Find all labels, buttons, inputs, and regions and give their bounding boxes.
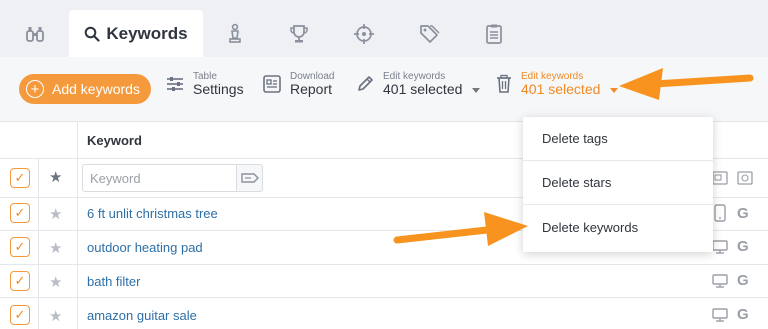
column-header-keyword[interactable]: Keyword (87, 133, 142, 148)
star-icon[interactable]: ★ (49, 205, 62, 223)
tab-binoculars[interactable] (12, 10, 58, 57)
grid-divider (0, 264, 768, 265)
tab-bar: Keywords (0, 0, 768, 57)
check-icon: ✓ (14, 307, 26, 322)
report-icon (263, 75, 281, 93)
tab-rankings[interactable] (279, 10, 319, 57)
device-filter-icon[interactable] (712, 171, 728, 185)
table-row-icons: G (712, 306, 749, 323)
row-checkbox[interactable]: ✓ (10, 237, 30, 257)
keyword-link[interactable]: bath filter (87, 274, 140, 289)
annotation-arrow-icon (393, 212, 528, 246)
chevron-down-icon (610, 87, 619, 93)
menu-item-delete-stars[interactable]: Delete stars (523, 161, 713, 205)
tab-reports[interactable] (474, 10, 514, 57)
download-label: Report (290, 81, 333, 97)
tag-icon (240, 173, 259, 183)
trash-icon (497, 75, 511, 93)
check-icon: ✓ (14, 273, 26, 288)
star-icon[interactable]: ★ (49, 239, 62, 257)
star-filter-icon[interactable]: ★ (49, 168, 62, 186)
keyword-link[interactable]: outdoor heating pad (87, 240, 203, 255)
toolbar: + Add keywords Table Settings Download R… (0, 57, 768, 122)
table-settings-label: Settings (193, 81, 244, 97)
keyword-link[interactable]: 6 ft unlit christmas tree (87, 206, 218, 221)
tag-filter-button[interactable] (236, 164, 263, 192)
grid-divider (0, 297, 768, 298)
download-report-button[interactable]: Download Report (262, 71, 334, 97)
table-row-icons: G (712, 238, 749, 255)
table-row-icons: G (712, 272, 749, 289)
google-icon: G (737, 204, 749, 222)
crosshair-icon (354, 23, 374, 44)
delete-dropdown-menu: Delete tags Delete stars Delete keywords (523, 117, 713, 252)
pencil-icon (358, 76, 373, 91)
tab-tags[interactable] (409, 10, 449, 57)
chess-icon (229, 23, 241, 43)
check-icon: ✓ (14, 205, 26, 220)
delete-keywords-menu-button[interactable]: Edit keywords 401 selected (495, 71, 619, 97)
desktop-icon (712, 239, 728, 254)
mobile-icon (714, 204, 726, 222)
google-icon: G (737, 306, 749, 323)
menu-item-delete-tags[interactable]: Delete tags (523, 117, 713, 161)
tab-keywords-label: Keywords (106, 23, 188, 43)
check-icon: ✓ (14, 170, 26, 185)
select-all-checkbox[interactable]: ✓ (10, 168, 30, 188)
edit-keywords-button[interactable]: Edit keywords 401 selected (355, 71, 481, 97)
trophy-icon (290, 24, 308, 42)
plus-circle-icon: + (26, 80, 44, 98)
desktop-icon (712, 307, 728, 322)
delete-keywords-count: 401 selected (521, 81, 601, 97)
sliders-icon (167, 77, 183, 92)
star-icon[interactable]: ★ (49, 307, 62, 325)
star-icon[interactable]: ★ (49, 273, 62, 291)
grid-divider (38, 159, 39, 329)
tab-target[interactable] (344, 10, 384, 57)
table-row-icons: G (712, 204, 749, 222)
engine-filter-icon[interactable] (737, 171, 753, 185)
check-icon: ✓ (14, 239, 26, 254)
clipboard-icon (486, 24, 502, 44)
add-keywords-button[interactable]: + Add keywords (19, 74, 151, 104)
google-icon: G (737, 272, 749, 289)
row-checkbox[interactable]: ✓ (10, 271, 30, 291)
google-icon: G (737, 238, 749, 255)
row-checkbox[interactable]: ✓ (10, 305, 30, 325)
filter-row-icons (712, 171, 753, 185)
keyword-filter-input[interactable] (82, 164, 237, 192)
table-settings-button[interactable]: Table Settings (165, 71, 244, 97)
desktop-icon (712, 273, 728, 288)
add-keywords-label: Add keywords (52, 81, 140, 97)
chevron-down-icon (472, 87, 481, 93)
tags-icon (420, 24, 440, 43)
row-checkbox[interactable]: ✓ (10, 203, 30, 223)
search-icon (85, 26, 100, 42)
tab-competitors[interactable] (215, 10, 255, 57)
tab-keywords[interactable]: Keywords (69, 10, 203, 57)
menu-item-delete-keywords[interactable]: Delete keywords (523, 205, 713, 249)
keyword-link[interactable]: amazon guitar sale (87, 308, 197, 323)
binoculars-icon (26, 26, 44, 42)
edit-keywords-count: 401 selected (383, 81, 463, 97)
